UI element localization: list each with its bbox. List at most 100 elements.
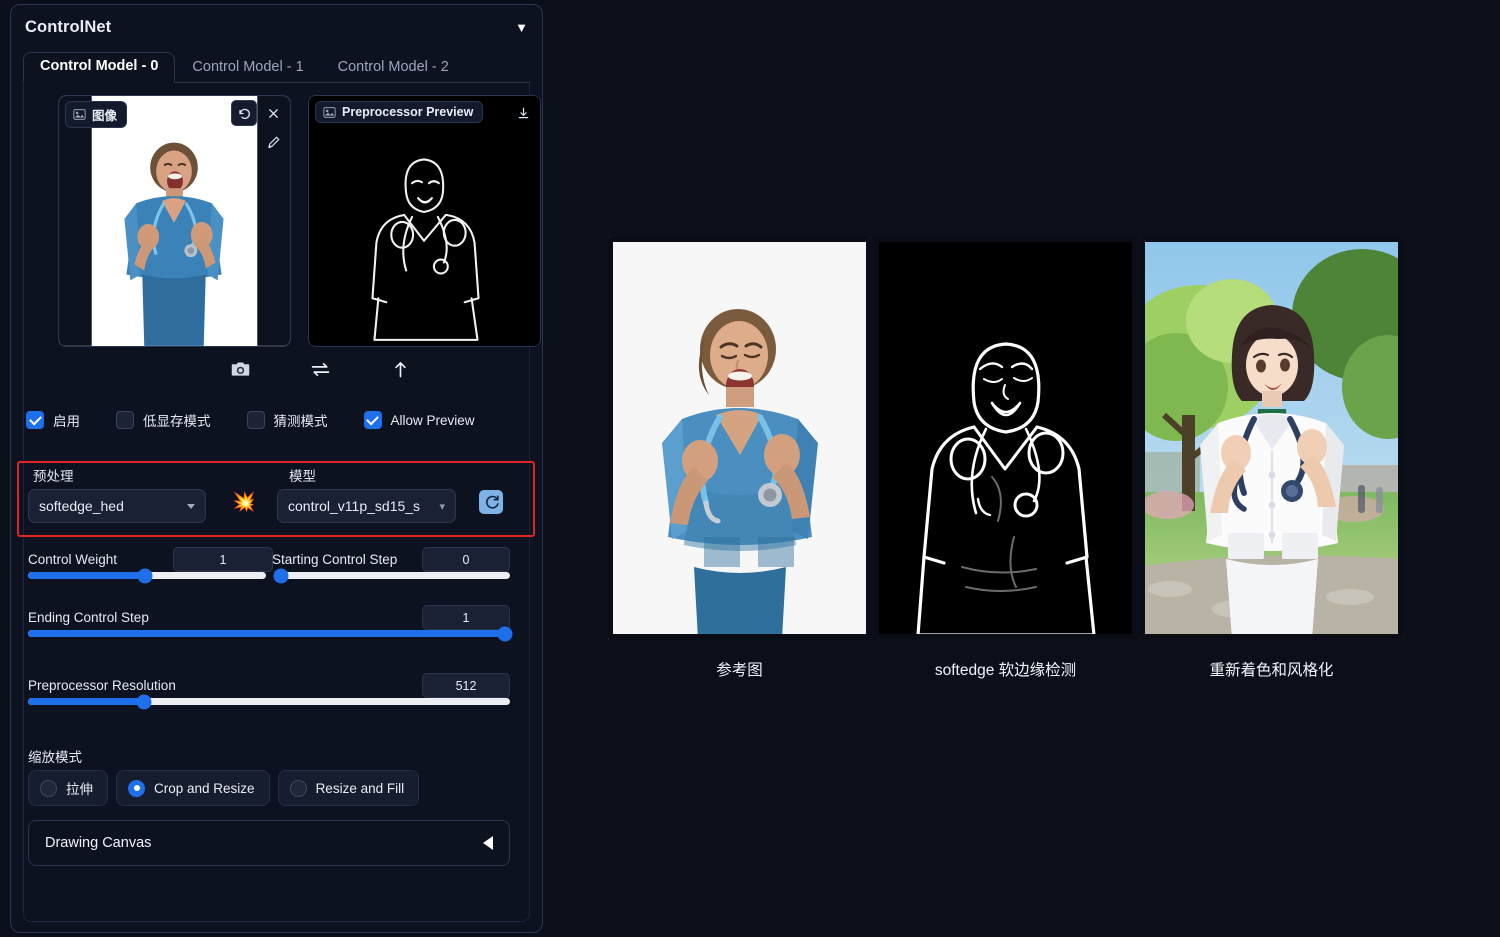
preprocessor-resolution-slider-fill — [28, 698, 144, 705]
checkbox-allow-preview-box[interactable] — [363, 411, 382, 429]
starting-control-step-label: Starting Control Step — [272, 552, 398, 567]
result-caption-stylized: 重新着色和风格化 — [1209, 662, 1334, 679]
tab-control-model-2[interactable]: Control Model - 2 — [321, 53, 466, 83]
source-image-tools — [231, 100, 286, 155]
preprocessor-resolution-value[interactable]: 512 — [422, 673, 510, 698]
control-weight-slider-knob[interactable] — [137, 568, 153, 583]
checkbox-low-vram-box[interactable] — [116, 411, 134, 429]
results-gallery: 参考图 softedge 软边缘检测 重新着色和风格化 — [608, 237, 1403, 680]
radio-crop-and-resize[interactable]: Crop and Resize — [116, 770, 270, 806]
result-item-edge: softedge 软边缘检测 — [874, 237, 1137, 680]
control-model-0-body: 图像 Preprocessor Preview 启用 低显存模式 猜测模式 Al… — [17, 83, 541, 922]
checkbox-enable-label: 启用 — [53, 414, 80, 429]
explosion-icon[interactable]: 💥 — [232, 493, 256, 512]
result-item-stylized: 重新着色和风格化 — [1140, 237, 1403, 680]
reference-photo-art — [608, 237, 871, 639]
resize-mode-radio-group: 拉伸 Crop and Resize Resize and Fill — [28, 770, 420, 806]
picture-icon — [323, 106, 336, 118]
resize-mode-label: 缩放模式 — [28, 750, 82, 765]
camera-icon[interactable] — [228, 356, 254, 382]
ending-control-step-slider-fill — [28, 630, 506, 637]
radio-resize-and-fill-dot[interactable] — [289, 779, 307, 797]
checkbox-allow-preview-label: Allow Preview — [390, 412, 475, 428]
control-weight-value[interactable]: 1 — [173, 547, 273, 572]
pen-edit-icon[interactable] — [260, 129, 286, 155]
checkbox-guess-mode-label: 猜测模式 — [273, 414, 328, 429]
starting-control-step-slider[interactable] — [273, 568, 510, 583]
source-image-badge: 图像 — [65, 101, 128, 128]
drawing-canvas-accordion[interactable]: Drawing Canvas — [28, 820, 510, 866]
checkbox-allow-preview[interactable]: Allow Preview — [363, 411, 475, 429]
preprocessor-select[interactable]: softedge_hed — [28, 489, 206, 523]
tab-control-model-1[interactable]: Control Model - 1 — [175, 53, 320, 83]
triangle-down-icon[interactable]: ▼ — [515, 21, 528, 34]
checkbox-enable-box[interactable] — [26, 411, 44, 429]
image-panels-row: 图像 Preprocessor Preview — [36, 93, 541, 353]
result-image-reference[interactable] — [608, 237, 871, 639]
controlnet-header: ControlNet ▼ — [11, 5, 542, 49]
preprocessor-preview-panel[interactable]: Preprocessor Preview — [308, 95, 541, 347]
tab-control-model-0[interactable]: Control Model - 0 — [23, 52, 176, 83]
radio-crop-and-resize-dot[interactable] — [128, 779, 145, 797]
chevron-down-icon — [187, 503, 195, 509]
preprocessor-preview-image — [309, 96, 540, 346]
download-icon[interactable] — [510, 100, 536, 126]
control-weight-slider[interactable] — [28, 568, 266, 583]
refresh-icon — [485, 494, 499, 509]
stylized-art — [1140, 237, 1403, 639]
checkbox-low-vram-label: 低显存模式 — [143, 414, 211, 429]
preprocessor-resolution-slider-knob[interactable] — [136, 694, 152, 709]
swap-arrows-icon[interactable] — [308, 356, 334, 382]
radio-resize-and-fill[interactable]: Resize and Fill — [277, 770, 420, 806]
source-image-panel[interactable]: 图像 — [58, 95, 291, 347]
refresh-models-button[interactable] — [479, 490, 503, 514]
preprocessor-label: 预处理 — [33, 469, 74, 484]
result-caption-edge: softedge 软边缘检测 — [934, 662, 1077, 679]
checkbox-low-vram[interactable]: 低显存模式 — [116, 410, 211, 430]
checkbox-guess-mode-box[interactable] — [246, 411, 265, 429]
tab-bar: Control Model - 0 Control Model - 1 Cont… — [23, 49, 530, 83]
starting-control-step-slider-knob[interactable] — [273, 568, 289, 583]
model-select-value: control_v11p_sd15_s — [288, 498, 421, 514]
upload-arrow-icon[interactable] — [388, 356, 414, 382]
image-action-toolbar — [24, 351, 529, 387]
preprocessor-preview-badge-label: Preprocessor Preview — [342, 105, 474, 119]
triangle-left-icon[interactable] — [483, 836, 493, 850]
preprocessor-preview-tools — [510, 100, 536, 126]
options-checkbox-row: 启用 低显存模式 猜测模式 Allow Preview — [26, 405, 527, 435]
radio-stretch-dot[interactable] — [40, 779, 57, 797]
checkbox-enable[interactable]: 启用 — [26, 410, 80, 430]
result-image-stylized[interactable] — [1140, 237, 1403, 639]
ending-control-step-label: Ending Control Step — [28, 610, 149, 625]
radio-crop-and-resize-label: Crop and Resize — [154, 780, 255, 796]
model-label: 模型 — [289, 469, 316, 484]
close-icon[interactable] — [260, 100, 286, 126]
preprocessor-resolution-label: Preprocessor Resolution — [28, 678, 176, 693]
chevron-down-icon: ▾ — [439, 500, 445, 513]
drawing-canvas-title: Drawing Canvas — [45, 835, 152, 851]
result-image-edge[interactable] — [874, 237, 1137, 639]
page-title: ControlNet — [25, 17, 112, 36]
result-caption-reference: 参考图 — [716, 662, 763, 679]
radio-stretch-label: 拉伸 — [66, 782, 93, 797]
control-weight-slider-fill — [28, 572, 145, 579]
ending-control-step-slider-knob[interactable] — [497, 626, 513, 641]
preprocessor-resolution-slider[interactable] — [28, 694, 510, 709]
preprocessor-preview-badge: Preprocessor Preview — [315, 101, 484, 123]
preprocessor-select-value: softedge_hed — [39, 498, 124, 514]
radio-stretch[interactable]: 拉伸 — [28, 770, 108, 806]
preprocessor-preview-art — [309, 96, 540, 346]
picture-icon — [73, 109, 86, 120]
model-select[interactable]: control_v11p_sd15_s ▾ — [277, 489, 456, 523]
starting-control-step-value[interactable]: 0 — [422, 547, 510, 572]
result-item-reference: 参考图 — [608, 237, 871, 680]
edge-map-art — [874, 237, 1137, 639]
controlnet-panel: ControlNet ▼ Control Model - 0 Control M… — [10, 4, 543, 933]
ending-control-step-slider[interactable] — [28, 626, 513, 641]
ending-control-step-value[interactable]: 1 — [422, 605, 510, 630]
control-weight-label: Control Weight — [28, 552, 118, 567]
radio-resize-and-fill-label: Resize and Fill — [315, 780, 405, 796]
checkbox-guess-mode[interactable]: 猜测模式 — [246, 410, 328, 430]
source-image-badge-label: 图像 — [92, 109, 118, 123]
undo-icon[interactable] — [231, 100, 257, 126]
